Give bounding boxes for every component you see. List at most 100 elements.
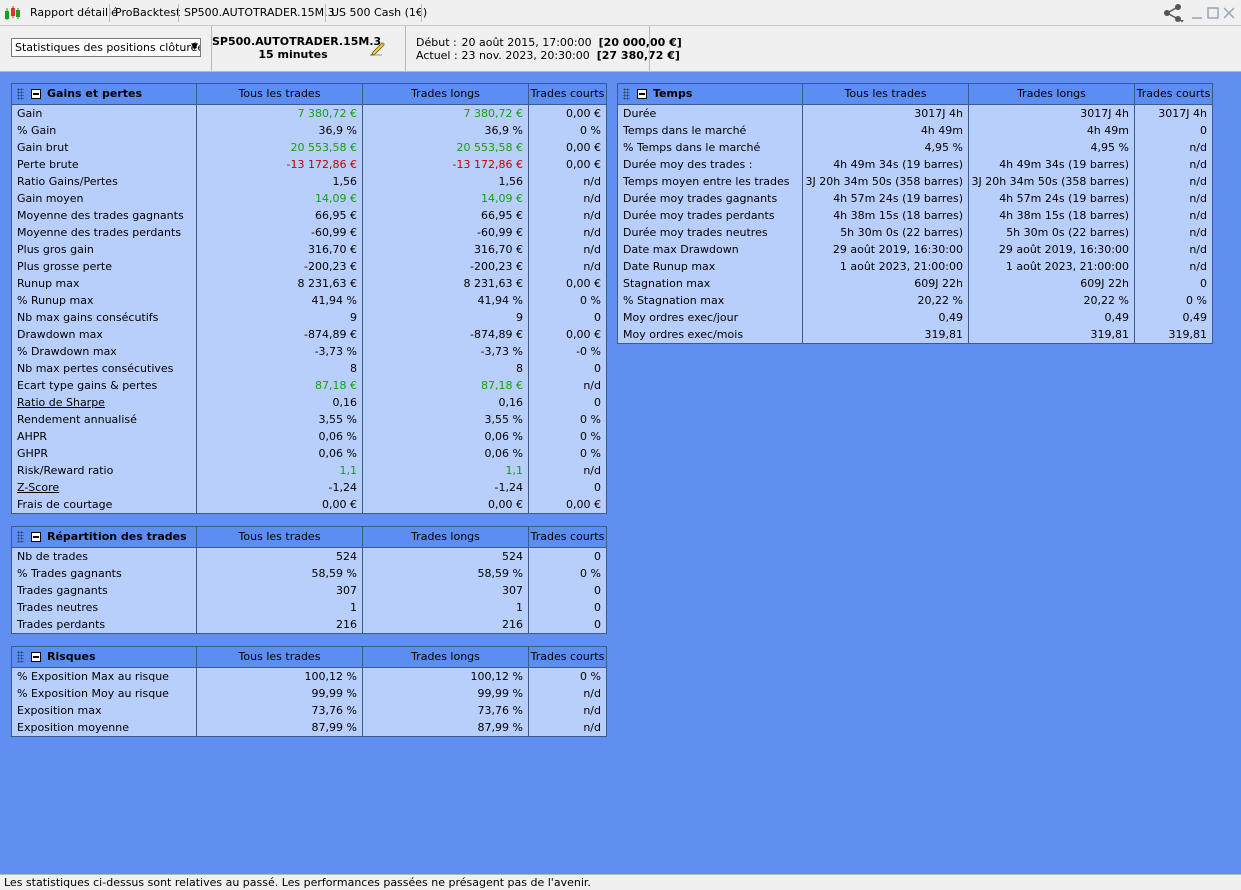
row-value: n/d (1134, 258, 1212, 275)
row-value: n/d (1134, 241, 1212, 258)
row-value: 609J 22h (968, 275, 1134, 292)
collapse-icon[interactable] (31, 652, 41, 662)
row-value: -13 172,86 € (362, 156, 528, 173)
divider (178, 4, 179, 22)
divider (405, 26, 406, 72)
minimize-icon[interactable] (1190, 3, 1204, 23)
row-value: n/d (1134, 173, 1212, 190)
table-row: Trades gagnants 307 307 0 (12, 582, 606, 599)
row-label: Nb max pertes consécutives (17, 362, 174, 375)
collapse-icon[interactable] (637, 89, 647, 99)
row-value: 58,59 % (196, 565, 362, 582)
collapse-icon[interactable] (31, 89, 41, 99)
row-value: 0 (528, 599, 606, 616)
panel-title: Répartition des trades (12, 527, 196, 547)
row-value: 0 (528, 616, 606, 633)
panel-title: Gains et pertes (12, 84, 196, 104)
row-value: n/d (528, 719, 606, 736)
row-value: 66,95 € (362, 207, 528, 224)
row-value: n/d (528, 224, 606, 241)
table-row: Plus grosse perte -200,23 € -200,23 € n/d (12, 258, 606, 275)
row-value: 0 (528, 309, 606, 326)
table-row: Exposition max 73,76 % 73,76 % n/d (12, 702, 606, 719)
row-label: Ratio de Sharpe (17, 396, 105, 409)
tab-instrument[interactable]: US 500 Cash (1€) (331, 0, 427, 26)
row-label: Trades neutres (17, 601, 99, 614)
row-value: n/d (528, 702, 606, 719)
statistics-type-select[interactable]: Statistiques des positions clôturées ▼ (11, 38, 201, 57)
row-label: Gain (17, 107, 43, 120)
tab-probacktest[interactable]: ProBacktest (115, 0, 180, 26)
row-label: Perte brute (17, 158, 79, 171)
row-value: 41,94 % (196, 292, 362, 309)
row-value: n/d (528, 258, 606, 275)
row-value: 0,00 € (196, 496, 362, 513)
collapse-icon[interactable] (31, 532, 41, 542)
table-row: Nb de trades 524 524 0 (12, 548, 606, 565)
column-header: Tous les trades (196, 84, 362, 104)
row-label: Exposition max (17, 704, 102, 717)
row-value: 29 août 2019, 16:30:00 (968, 241, 1134, 258)
table-row: Gain moyen 14,09 €14,09 € n/d (12, 190, 606, 207)
table-row: % Drawdown max -3,73 % -3,73 % -0 % (12, 343, 606, 360)
table-row: Trades neutres 1 1 0 (12, 599, 606, 616)
row-label: Exposition moyenne (17, 721, 129, 734)
tab-rapport-detaille[interactable]: Rapport détaillé (30, 0, 118, 26)
table-row: Durée moy des trades : 4h 49m 34s (19 bar… (618, 156, 1212, 173)
drag-handle-icon[interactable] (17, 651, 24, 663)
table-row: % Stagnation max 20,22 % 20,22 % 0 % (618, 292, 1212, 309)
row-value: 36,9 % (196, 122, 362, 139)
row-label: Risk/Reward ratio (17, 464, 114, 477)
row-value: -1,24 (196, 479, 362, 496)
drag-handle-icon[interactable] (17, 531, 24, 543)
table-row: % Runup max 41,94 % 41,94 % 0 % (12, 292, 606, 309)
row-value: 0,16 (362, 394, 528, 411)
chevron-down-icon: ▼ (191, 42, 198, 52)
row-label: Durée (623, 107, 657, 120)
table-row: Gain brut 20 553,58 €20 553,58 €0,00 € (12, 139, 606, 156)
edit-pencil-icon[interactable] (369, 40, 387, 58)
row-value: 36,9 % (362, 122, 528, 139)
row-value: -874,89 € (196, 326, 362, 343)
row-value: 3,55 % (362, 411, 528, 428)
maximize-icon[interactable] (1206, 3, 1220, 23)
column-header: Trades longs (968, 84, 1134, 104)
table-row: Temps moyen entre les trades 3J 20h 34m 5… (618, 173, 1212, 190)
table-row: % Temps dans le marché 4,95 % 4,95 % n/d (618, 139, 1212, 156)
row-value: 0 % (528, 668, 606, 685)
table-row: % Exposition Moy au risque 99,99 % 99,99 %… (12, 685, 606, 702)
start-capital: [20 000,00 €] (598, 36, 682, 49)
column-header: Tous les trades (196, 647, 362, 667)
start-date: 20 août 2015, 17:00:00 (461, 36, 592, 49)
divider (649, 26, 650, 72)
row-value: 87,18 € (196, 377, 362, 394)
table-row: Plus gros gain 316,70 €316,70 € n/d (12, 241, 606, 258)
share-icon[interactable] (1163, 3, 1185, 23)
panel-title: Temps (618, 84, 802, 104)
tab-strategy[interactable]: SP500.AUTOTRADER.15M.3 (184, 0, 335, 26)
divider (421, 4, 422, 22)
row-label: Date max Drawdown (623, 243, 739, 256)
drag-handle-icon[interactable] (623, 88, 630, 100)
close-icon[interactable] (1222, 3, 1236, 23)
row-value: 9 (362, 309, 528, 326)
row-value: 3,55 % (196, 411, 362, 428)
table-row: Temps dans le marché 4h 49m 4h 49m 0 (618, 122, 1212, 139)
row-value: 319,81 (802, 326, 968, 343)
row-value: 0,06 % (196, 428, 362, 445)
row-label: % Runup max (17, 294, 94, 307)
row-label: Nb max gains consécutifs (17, 311, 159, 324)
end-date: 23 nov. 2023, 20:30:00 (461, 49, 590, 62)
row-value: 0 (528, 394, 606, 411)
row-value: 1 août 2023, 21:00:00 (968, 258, 1134, 275)
row-label: Moy ordres exec/jour (623, 311, 739, 324)
table-row: AHPR 0,06 % 0,06 % 0 % (12, 428, 606, 445)
row-label: Temps dans le marché (623, 124, 747, 137)
row-value: 0,06 % (196, 445, 362, 462)
instrument-name: SP500.AUTOTRADER.15M.3 (212, 35, 382, 48)
drag-handle-icon[interactable] (17, 88, 24, 100)
row-label: Temps moyen entre les trades (623, 175, 790, 188)
row-label: Durée moy trades perdants (623, 209, 775, 222)
candlestick-chart-icon (5, 6, 20, 20)
report-toolbar: Statistiques des positions clôturées ▼ S… (0, 26, 1241, 72)
